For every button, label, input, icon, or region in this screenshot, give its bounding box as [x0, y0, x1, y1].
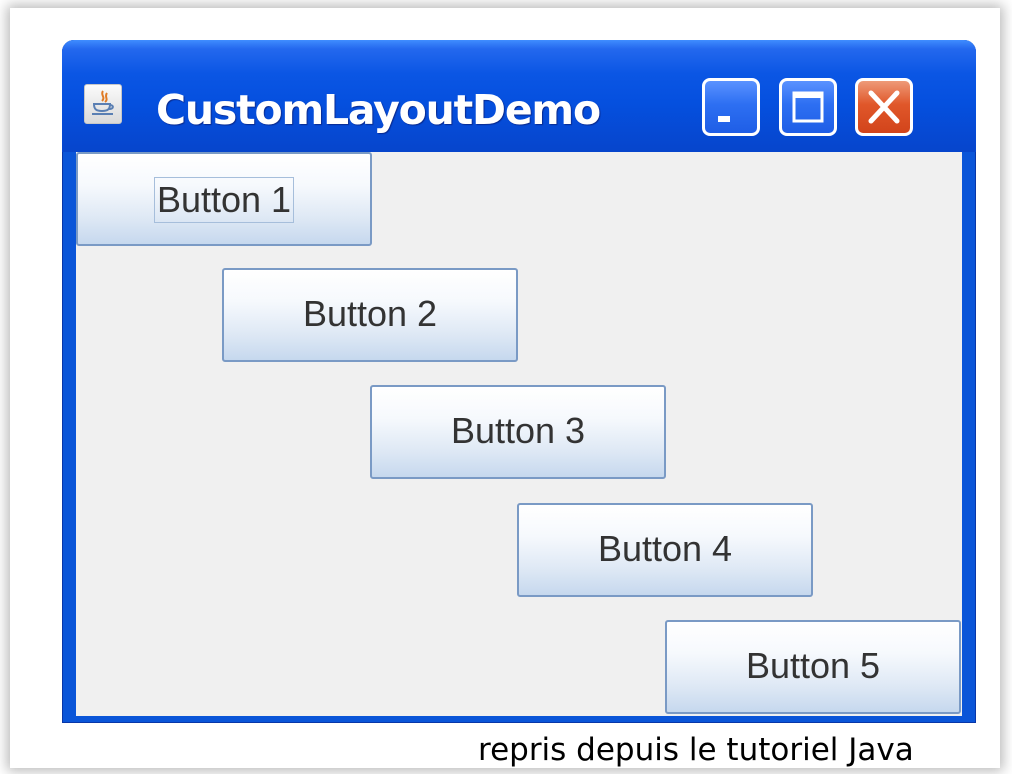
button-2[interactable]: Button 2 [222, 268, 518, 362]
button-3[interactable]: Button 3 [370, 385, 666, 479]
maximize-button[interactable] [779, 78, 837, 136]
java-icon[interactable] [84, 84, 122, 124]
minimize-icon [718, 116, 730, 122]
button-1-label: Button 1 [153, 177, 295, 224]
window-title: CustomLayoutDemo [156, 86, 601, 134]
button-5[interactable]: Button 5 [665, 620, 961, 714]
button-4[interactable]: Button 4 [517, 503, 813, 597]
content-pane: Button 1 Button 2 Button 3 Button 4 Butt… [76, 152, 962, 716]
button-1[interactable]: Button 1 [76, 152, 372, 246]
close-button[interactable] [855, 78, 913, 136]
caption-text: repris depuis le tutoriel Java [478, 732, 914, 768]
title-bar[interactable]: CustomLayoutDemo [62, 40, 976, 152]
close-icon [868, 90, 900, 124]
maximize-icon [792, 91, 824, 123]
minimize-button[interactable] [702, 78, 760, 136]
app-window: CustomLayoutDemo Button 1 Button 2 Butto… [62, 40, 976, 723]
